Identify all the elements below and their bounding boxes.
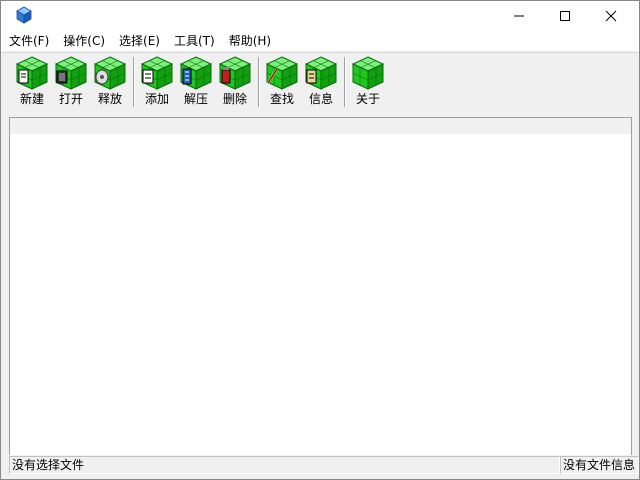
add-button-label: 添加: [144, 92, 169, 106]
about-button[interactable]: 关于: [349, 56, 387, 110]
new-button[interactable]: 新建: [13, 56, 51, 110]
find-icon: [265, 56, 299, 90]
info-button-label: 信息: [308, 92, 333, 106]
open-button[interactable]: 打开: [52, 56, 90, 110]
status-bar: 没有选择文件 没有文件信息: [1, 455, 639, 479]
extract-icon: [179, 56, 213, 90]
toolbar-separator: [344, 57, 346, 107]
find-button-label: 查找: [269, 92, 294, 106]
minimize-button[interactable]: [496, 1, 542, 31]
close-button[interactable]: [588, 1, 634, 31]
info-button[interactable]: 信息: [302, 56, 340, 110]
menu-operation[interactable]: 操作(C): [56, 31, 112, 51]
menu-help[interactable]: 帮助(H): [222, 31, 278, 51]
delete-icon: [218, 56, 252, 90]
extract-button[interactable]: 解压: [177, 56, 215, 110]
release-button-label: 释放: [97, 92, 122, 106]
open-folder-icon: [54, 56, 88, 90]
delete-button[interactable]: 删除: [216, 56, 254, 110]
title-bar[interactable]: [1, 1, 639, 31]
info-icon: [304, 56, 338, 90]
about-icon: [351, 56, 385, 90]
toolbar-separator: [133, 57, 135, 107]
menu-tools[interactable]: 工具(T): [167, 31, 222, 51]
app-window: 文件(F) 操作(C) 选择(E) 工具(T) 帮助(H) 新建 打开 释放 添…: [0, 0, 640, 480]
maximize-icon: [560, 11, 570, 21]
file-list-panel[interactable]: [9, 117, 632, 456]
file-list-header[interactable]: [10, 118, 631, 134]
maximize-button[interactable]: [542, 1, 588, 31]
add-file-icon: [140, 56, 174, 90]
menu-file[interactable]: 文件(F): [1, 31, 56, 51]
release-icon: [93, 56, 127, 90]
menu-select[interactable]: 选择(E): [112, 31, 167, 51]
find-button[interactable]: 查找: [263, 56, 301, 110]
open-button-label: 打开: [58, 92, 83, 106]
about-button-label: 关于: [355, 92, 380, 106]
minimize-icon: [514, 15, 524, 17]
release-button[interactable]: 释放: [91, 56, 129, 110]
toolbar-separator: [258, 57, 260, 107]
delete-button-label: 删除: [222, 92, 247, 106]
close-icon: [605, 10, 617, 22]
toolbar: 新建 打开 释放 添加 解压 删除 查找 信息 关于: [1, 52, 639, 115]
app-cube-icon[interactable]: [15, 6, 33, 24]
new-button-label: 新建: [19, 92, 44, 106]
add-button[interactable]: 添加: [138, 56, 176, 110]
status-file-info: 没有文件信息: [560, 456, 639, 474]
menu-bar: 文件(F) 操作(C) 选择(E) 工具(T) 帮助(H): [1, 31, 639, 51]
new-document-icon: [15, 56, 49, 90]
extract-button-label: 解压: [183, 92, 208, 106]
status-selection: 没有选择文件: [9, 456, 560, 474]
